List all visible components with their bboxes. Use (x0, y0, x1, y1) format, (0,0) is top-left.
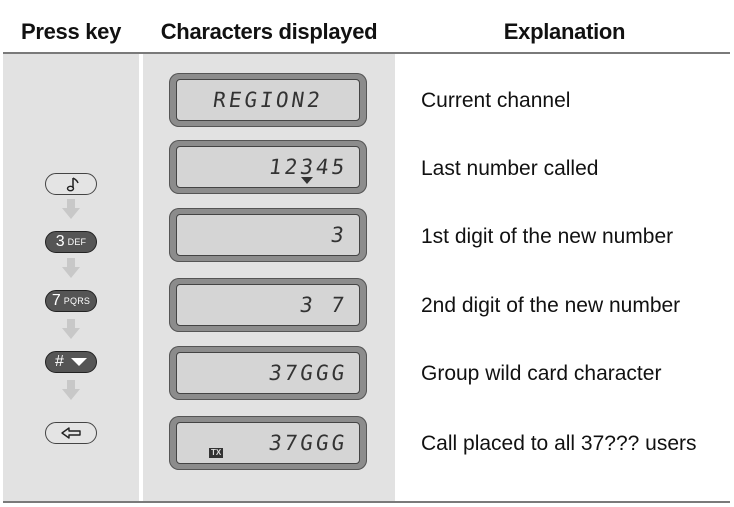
key-sub-label: PQRS (63, 296, 91, 306)
lcd-display: 37GGG TX (169, 416, 367, 470)
lcd-text: 3 7 (298, 293, 349, 317)
explanation-text: Current channel (421, 89, 571, 112)
down-triangle-icon (70, 358, 87, 366)
down-arrow-icon (62, 319, 80, 339)
lcd-text: 12345 (267, 155, 349, 179)
key-main-label: 7 (51, 292, 61, 309)
lcd-display: 3 (169, 208, 367, 262)
down-arrow-icon (62, 380, 80, 400)
key-sub-label: DEF (67, 237, 87, 247)
lcd-text: 37GGG (267, 431, 349, 455)
header-press-key: Press key (20, 19, 122, 44)
lcd-display: REGION2 (169, 73, 367, 127)
explanation-text: 2nd digit of the new number (421, 294, 681, 317)
down-arrow-icon (62, 258, 80, 278)
lcd-text: REGION2 (211, 88, 325, 112)
lcd-display: 12345 (169, 140, 367, 194)
key-main-label: # (55, 353, 64, 370)
header-explanation: Explanation (503, 19, 626, 44)
lcd-display: 37GGG (169, 346, 367, 400)
explanation-text: Group wild card character (421, 362, 662, 385)
key-sequence-table: Press key Characters displayed Explanati… (3, 13, 730, 503)
hash-down-key-icon: # (45, 351, 97, 373)
lcd-text: 37GGG (267, 361, 349, 385)
header-characters-displayed: Characters displayed (160, 19, 378, 44)
key-3-def-icon: 3 DEF (45, 231, 97, 253)
lcd-text: 3 (329, 223, 349, 247)
explanation-text: Last number called (421, 157, 599, 180)
explanation-text: 1st digit of the new number (421, 225, 674, 248)
key-7-pqrs-icon: 7 PQRS (45, 290, 97, 312)
down-arrow-icon (62, 199, 80, 219)
key-main-label: 3 (55, 233, 65, 250)
explanation-text: Call placed to all 37??? users (421, 432, 697, 455)
bottom-divider (3, 501, 730, 503)
triangle-indicator-icon (301, 177, 313, 184)
music-note-key-icon (45, 173, 97, 195)
enter-key-icon (45, 422, 97, 444)
lcd-display: 3 7 (169, 278, 367, 332)
tx-indicator: TX (209, 448, 224, 458)
